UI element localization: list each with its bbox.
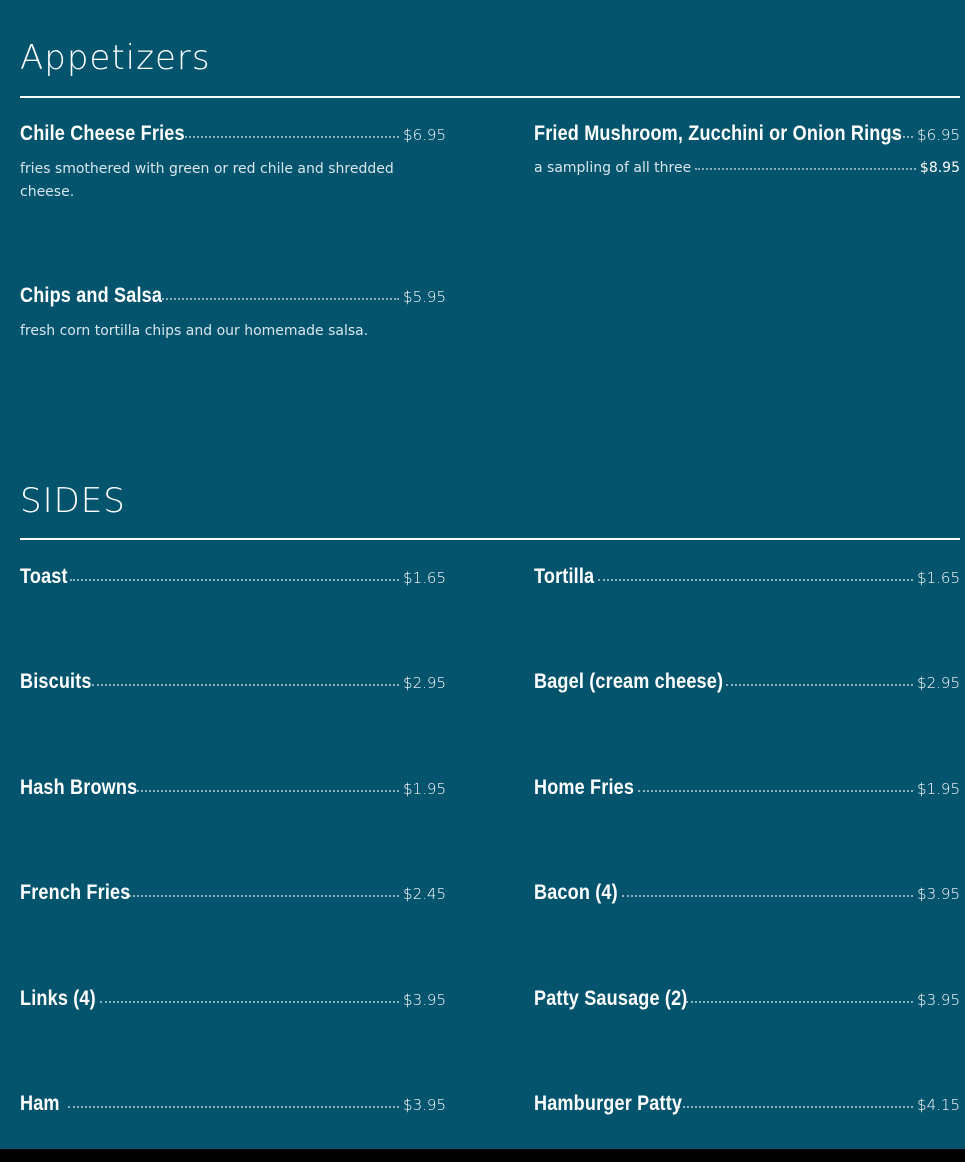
item-sub-price: $8.95 [919,160,960,176]
item-name: Home Fries [534,776,635,799]
item-description: fries smothered with green or red chile … [20,161,394,200]
item-price: $6.95 [917,126,960,144]
leader-dots [126,895,400,897]
menu-item-hamburger-patty: Hamburger Patty $4.15 [534,1092,960,1116]
item-name: Toast [20,565,68,588]
item-name: Hamburger Patty [534,1092,683,1115]
item-price: $2.95 [917,674,960,692]
item-price: $1.65 [403,569,446,587]
leader-dots [888,136,914,138]
item-price: $6.95 [403,126,446,144]
appetizers-title: Appetizers [20,38,211,78]
sides-divider [20,538,960,540]
item-price: $1.65 [917,569,960,587]
menu-item-french-fries: French Fries $2.45 [20,881,446,905]
leader-dots [686,1001,914,1003]
leader-dots [100,1001,400,1003]
item-description: fresh corn tortilla chips and our homema… [20,323,369,339]
menu-item-fried-rings: Fried Mushroom, Zucchini or Onion Rings … [534,122,960,176]
item-name: Bagel (cream cheese) [534,670,724,693]
menu-item-bacon: Bacon (4) $3.95 [534,881,960,905]
item-price: $1.95 [403,780,446,798]
menu-item-hash-browns: Hash Browns $1.95 [20,776,446,800]
menu-item-toast: Toast $1.65 [20,565,446,589]
item-name: French Fries [20,881,131,904]
leader-dots [678,1106,914,1108]
item-name: Tortilla [534,565,595,588]
item-name: Patty Sausage (2) [534,987,688,1010]
item-price: $3.95 [403,1096,446,1114]
item-name: Chile Cheese Fries [20,122,185,145]
item-name: Bacon (4) [534,881,618,904]
menu-item-ham: Ham $3.95 [20,1092,446,1116]
leader-dots [622,895,914,897]
leader-dots [695,168,916,170]
menu-item-links: Links (4) $3.95 [20,987,446,1011]
menu-item-home-fries: Home Fries $1.95 [534,776,960,800]
leader-dots [68,1106,400,1108]
item-price: $2.95 [403,674,446,692]
item-name: Biscuits [20,670,92,693]
item-price: $3.95 [403,991,446,1009]
item-name: Hash Browns [20,776,138,799]
menu-item-chile-cheese-fries: Chile Cheese Fries $6.95 fries smothered… [20,122,446,204]
bottom-bar [0,1149,965,1162]
item-price: $1.95 [917,780,960,798]
leader-dots [638,790,914,792]
sides-title: SIDES [20,481,126,521]
menu-item-biscuits: Biscuits $2.95 [20,670,446,694]
leader-dots [159,298,400,300]
item-price: $4.15 [917,1096,960,1114]
item-price: $3.95 [917,991,960,1009]
leader-dots [182,136,400,138]
item-name: Links (4) [20,987,96,1010]
menu-item-bagel: Bagel (cream cheese) $2.95 [534,670,960,694]
item-price: $5.95 [403,288,446,306]
menu-item-patty-sausage: Patty Sausage (2) $3.95 [534,987,960,1011]
leader-dots [70,579,400,581]
appetizers-divider [20,96,960,98]
leader-dots [92,684,400,686]
leader-dots [726,684,914,686]
item-sub-option: a sampling of all three $8.95 [534,160,960,176]
item-name: Chips and Salsa [20,284,163,307]
leader-dots [598,579,914,581]
item-name: Ham [20,1092,60,1115]
menu-page: Appetizers Chile Cheese Fries $6.95 frie… [0,0,965,1149]
leader-dots [134,790,400,792]
item-sub-description: a sampling of all three [534,160,692,176]
menu-item-chips-and-salsa: Chips and Salsa $5.95 fresh corn tortill… [20,284,446,343]
menu-item-tortilla: Tortilla $1.65 [534,565,960,589]
item-price: $2.45 [403,885,446,903]
item-price: $3.95 [917,885,960,903]
item-name: Fried Mushroom, Zucchini or Onion Rings [534,122,902,145]
